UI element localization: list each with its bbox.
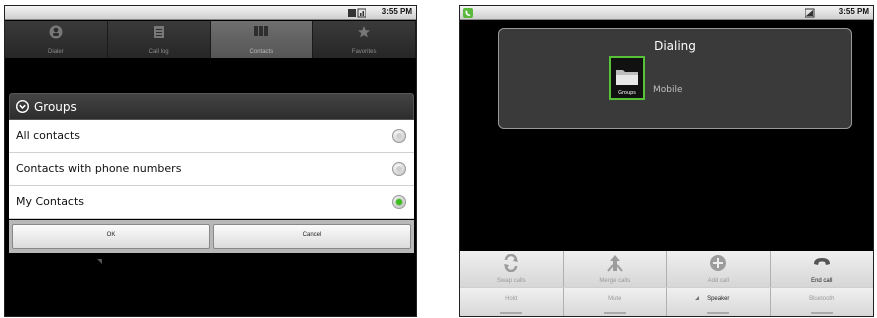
tab-bar: Dialer Call log Contacts Favorites — [5, 21, 416, 58]
call-notification-icon — [463, 8, 473, 18]
tab-dialer[interactable]: Dialer — [5, 21, 108, 58]
mute-label: Mute — [608, 296, 622, 302]
contact-photo: Groups — [609, 56, 645, 100]
tab-label: Dialer — [48, 49, 64, 55]
hold-button[interactable]: Hold — [460, 288, 564, 316]
folder-icon — [616, 70, 638, 85]
dialog-buttons: OK Cancel — [9, 220, 414, 253]
status-bar: 3:55 PM — [460, 6, 873, 20]
swap-calls-button[interactable]: Swap calls — [460, 251, 564, 287]
radio-button[interactable] — [392, 129, 406, 143]
toggle-indicator — [810, 312, 833, 314]
option-my-contacts[interactable]: My Contacts — [9, 186, 414, 219]
speaker-label: Speaker — [707, 296, 730, 302]
option-all-contacts[interactable]: All contacts — [9, 120, 414, 153]
dialog-title-bar: Groups — [9, 93, 414, 120]
person-icon — [49, 25, 63, 39]
signal-icon — [805, 8, 815, 18]
call-controls-top: Swap calls Merge calls Add call End call — [460, 251, 873, 287]
contacts-icon — [254, 26, 269, 36]
hold-label: Hold — [505, 296, 518, 302]
add-call-label: Add call — [707, 278, 729, 284]
call-log-icon — [153, 26, 164, 38]
radio-button[interactable] — [392, 162, 406, 176]
status-time: 3:55 PM — [838, 7, 869, 16]
option-contacts-with-phone[interactable]: Contacts with phone numbers — [9, 153, 414, 186]
status-time: 3:55 PM — [381, 7, 412, 16]
toggle-indicator — [603, 312, 626, 314]
tab-label: Contacts — [249, 49, 274, 55]
add-call-icon — [710, 255, 727, 271]
merge-calls-button[interactable]: Merge calls — [563, 251, 667, 287]
in-call-controls: Swap calls Merge calls Add call End call — [460, 251, 873, 316]
in-call-screen: 3:55 PM Dialing Groups Mobile Swap calls — [459, 5, 874, 317]
photo-label: Groups — [618, 90, 636, 96]
group-options: All contacts Contacts with phone numbers… — [9, 120, 414, 219]
contacts-screen: 3:55 PM Dialer Call log Contacts Favorit… — [4, 5, 417, 317]
swap-calls-icon — [504, 254, 519, 272]
chevron-down-circle-icon — [16, 100, 29, 113]
bluetooth-label: Bluetooth — [809, 296, 835, 302]
option-label: My Contacts — [16, 195, 85, 208]
tab-label: Call log — [148, 49, 169, 55]
toggle-indicator — [707, 312, 730, 314]
merge-calls-label: Merge calls — [599, 278, 631, 284]
network-icon — [348, 8, 366, 18]
tab-label: Favorites — [351, 49, 377, 55]
tab-call-log[interactable]: Call log — [107, 21, 211, 58]
end-call-button[interactable]: End call — [770, 251, 873, 287]
end-call-icon — [813, 258, 830, 265]
dialog-title: Groups — [34, 100, 77, 114]
focus-mark — [97, 259, 102, 264]
toggle-indicator — [500, 312, 523, 314]
swap-calls-label: Swap calls — [496, 278, 526, 284]
speaker-button[interactable]: Speaker — [667, 288, 771, 316]
call-card: Dialing Groups Mobile — [498, 28, 852, 129]
call-status: Dialing — [654, 39, 696, 53]
bluetooth-button[interactable]: Bluetooth — [770, 288, 873, 316]
cancel-button[interactable]: Cancel — [213, 224, 411, 249]
option-label: Contacts with phone numbers — [16, 162, 182, 175]
groups-dialog: Groups All contacts Contacts with phone … — [9, 93, 414, 253]
star-icon — [358, 26, 371, 38]
radio-button-checked[interactable] — [392, 195, 406, 209]
merge-calls-icon — [606, 255, 623, 272]
add-call-button[interactable]: Add call — [667, 251, 771, 287]
phone-type-label: Mobile — [653, 85, 683, 95]
end-call-label: End call — [811, 278, 833, 284]
tab-contacts[interactable]: Contacts — [210, 21, 314, 58]
status-bar: 3:55 PM — [5, 6, 416, 20]
tab-favorites[interactable]: Favorites — [313, 21, 416, 58]
ok-button[interactable]: OK — [12, 224, 210, 249]
mute-button[interactable]: Mute — [563, 288, 667, 316]
call-controls-bottom: Hold Mute Speaker Bluetooth — [460, 288, 873, 316]
option-label: All contacts — [16, 129, 81, 142]
